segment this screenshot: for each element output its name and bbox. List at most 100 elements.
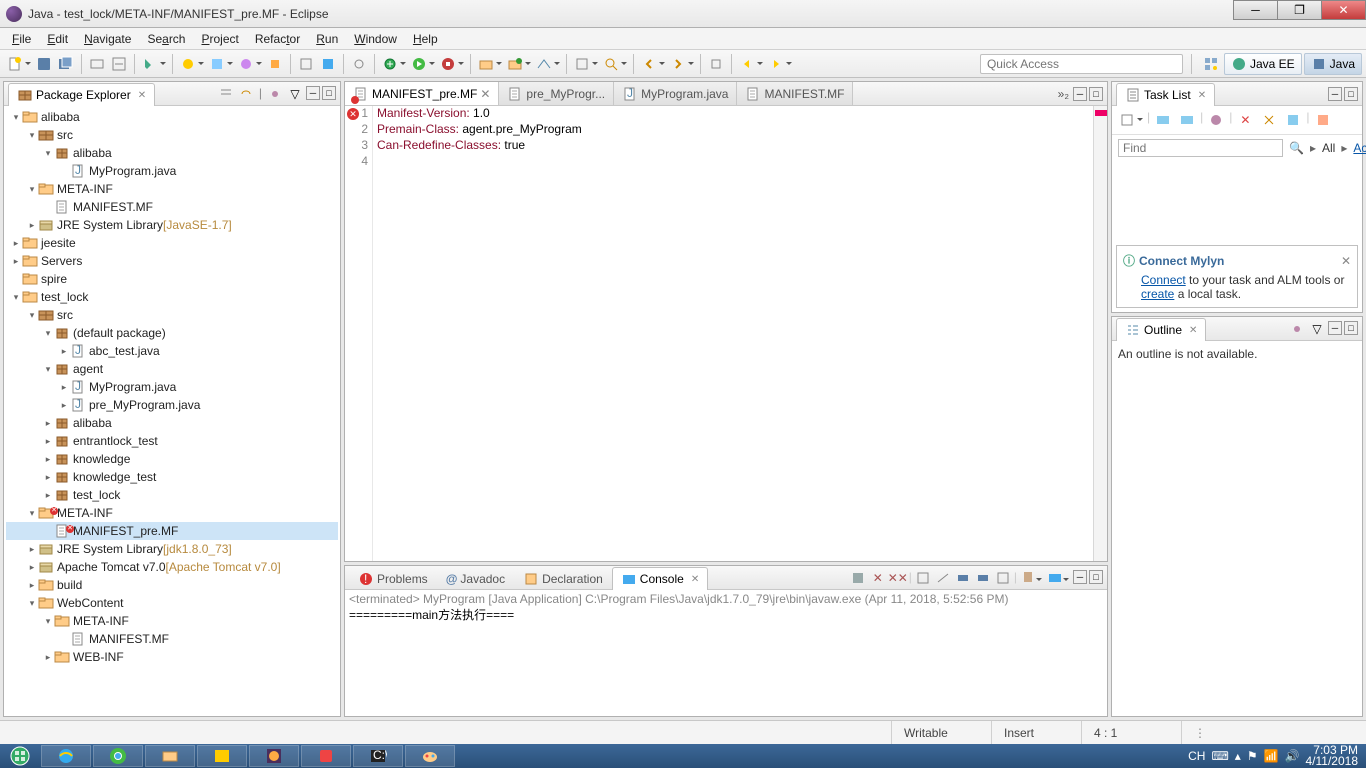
menu-navigate[interactable]: Navigate <box>76 29 139 49</box>
toolbar-btn-1[interactable] <box>87 54 107 74</box>
close-icon[interactable]: ✕ <box>480 87 490 101</box>
taskbar-chrome[interactable] <box>93 745 143 767</box>
save-button[interactable] <box>34 54 54 74</box>
menu-refactor[interactable]: Refactor <box>247 29 308 49</box>
bottom-tab-console[interactable]: Console ✕ <box>612 567 708 590</box>
outline-menu-button[interactable]: ▽ <box>1309 321 1325 337</box>
start-button[interactable] <box>0 744 40 768</box>
task-list-tab[interactable]: Task List ✕ <box>1116 83 1215 106</box>
new-class-button[interactable] <box>505 54 525 74</box>
console-btn-2[interactable] <box>915 570 931 586</box>
tree-item[interactable]: JMyProgram.java <box>6 162 338 180</box>
taskbar-explorer[interactable] <box>145 745 195 767</box>
toolbar-btn-a[interactable] <box>296 54 316 74</box>
tree-item[interactable]: ▸jeesite <box>6 234 338 252</box>
bottom-tab-problems[interactable]: ! Problems <box>349 567 437 590</box>
tree-item[interactable]: MANIFEST.MF <box>6 198 338 216</box>
editor-tab[interactable]: MANIFEST_pre.MF✕ <box>345 82 499 105</box>
search-button[interactable] <box>601 54 621 74</box>
tree-item[interactable]: ✕MANIFEST_pre.MF <box>6 522 338 540</box>
debug-button[interactable] <box>380 54 400 74</box>
toolbar-btn-e[interactable] <box>572 54 592 74</box>
editor-tab[interactable]: JMyProgram.java <box>614 82 737 105</box>
task-btn-2[interactable] <box>1177 110 1197 130</box>
back-button[interactable] <box>737 54 757 74</box>
tree-item[interactable]: ▸JRE System Library [jdk1.8.0_73] <box>6 540 338 558</box>
toolbar-hammer[interactable] <box>140 54 160 74</box>
console-maximize-button[interactable]: □ <box>1089 570 1103 584</box>
overview-ruler[interactable] <box>1093 106 1107 561</box>
console-btn-5[interactable] <box>975 570 991 586</box>
nav-next-button[interactable] <box>668 54 688 74</box>
toolbar-btn-d[interactable] <box>534 54 554 74</box>
menu-run[interactable]: Run <box>308 29 346 49</box>
console-remove-button[interactable]: ✕ <box>870 570 886 586</box>
forward-button[interactable] <box>766 54 786 74</box>
menu-project[interactable]: Project <box>193 29 246 49</box>
menu-edit[interactable]: Edit <box>39 29 76 49</box>
menu-window[interactable]: Window <box>346 29 405 49</box>
tree-item[interactable]: ▸test_lock <box>6 486 338 504</box>
console-btn-3[interactable] <box>935 570 951 586</box>
mylyn-close-button[interactable]: ✕ <box>1341 254 1351 268</box>
package-explorer-tab[interactable]: Package Explorer ✕ <box>8 83 155 106</box>
tasklist-max-button[interactable]: □ <box>1344 87 1358 101</box>
tray-keyboard-icon[interactable]: ⌨ <box>1211 749 1228 763</box>
console-pin-button[interactable] <box>1020 570 1036 586</box>
link-editor-button[interactable] <box>238 86 254 102</box>
tree-item[interactable]: spire <box>6 270 338 288</box>
tray-volume-icon[interactable]: 🔊 <box>1285 749 1300 763</box>
error-marker[interactable] <box>1095 110 1107 116</box>
close-icon[interactable]: ✕ <box>1198 90 1206 101</box>
new-pkg-button[interactable] <box>476 54 496 74</box>
focus-button[interactable] <box>267 86 283 102</box>
tree-item[interactable]: ▸JRE System Library [JavaSE-1.7] <box>6 216 338 234</box>
toolbar-btn-2[interactable] <box>109 54 129 74</box>
tree-item[interactable]: ▸knowledge_test <box>6 468 338 486</box>
console-btn-1[interactable] <box>850 570 866 586</box>
tray-flag-icon[interactable]: ⚑ <box>1247 749 1258 763</box>
tree-item[interactable]: ▾test_lock <box>6 288 338 306</box>
task-btn-5[interactable] <box>1259 110 1279 130</box>
editor-maximize-button[interactable]: □ <box>1089 87 1103 101</box>
maximize-view-button[interactable]: □ <box>322 86 336 100</box>
minimize-button[interactable]: ─ <box>1233 0 1278 20</box>
task-all-link[interactable]: All <box>1322 141 1335 155</box>
perspective-javaee[interactable]: Java EE <box>1224 53 1302 75</box>
menu-help[interactable]: Help <box>405 29 446 49</box>
tree-item[interactable]: ▸JMyProgram.java <box>6 378 338 396</box>
task-btn-4[interactable]: ✕ <box>1235 110 1255 130</box>
minimize-view-button[interactable]: ─ <box>306 86 320 100</box>
tree-item[interactable]: ▾(default package) <box>6 324 338 342</box>
outline-min-button[interactable]: ─ <box>1328 321 1342 335</box>
quick-access-input[interactable] <box>980 54 1183 74</box>
console-remove-all-button[interactable]: ✕✕ <box>890 570 906 586</box>
tree-item[interactable]: ▾META-INF <box>6 180 338 198</box>
close-icon[interactable]: ✕ <box>138 90 146 101</box>
tree-item[interactable]: ▸Jpre_MyProgram.java <box>6 396 338 414</box>
console-output[interactable]: <terminated> MyProgram [Java Application… <box>345 590 1107 716</box>
tray-network-icon[interactable]: 📶 <box>1264 749 1279 763</box>
tree-item[interactable]: ▾✕META-INF <box>6 504 338 522</box>
bottom-tab-javadoc[interactable]: @ Javadoc <box>437 567 514 590</box>
taskbar-app1[interactable] <box>197 745 247 767</box>
tree-item[interactable]: MANIFEST.MF <box>6 630 338 648</box>
console-btn-4[interactable] <box>955 570 971 586</box>
toolbar-btn-b[interactable] <box>318 54 338 74</box>
taskbar-ie[interactable] <box>41 745 91 767</box>
view-menu-button[interactable]: ▽ <box>287 86 303 102</box>
maximize-button[interactable]: ❐ <box>1277 0 1322 20</box>
tray-clock[interactable]: 7:03 PM 4/11/2018 <box>1306 745 1359 767</box>
overflow-indicator[interactable]: »₂ <box>1058 87 1069 101</box>
tasklist-min-button[interactable]: ─ <box>1328 87 1342 101</box>
tree-item[interactable]: ▾alibaba <box>6 144 338 162</box>
open-perspective-button[interactable] <box>1201 54 1221 74</box>
editor-tab[interactable]: MANIFEST.MF <box>737 82 853 105</box>
tree-item[interactable]: ▾META-INF <box>6 612 338 630</box>
tree-item[interactable]: ▸Jabc_test.java <box>6 342 338 360</box>
status-menu[interactable]: ⋮ <box>1181 721 1206 744</box>
collapse-all-button[interactable] <box>218 86 234 102</box>
save-all-button[interactable] <box>56 54 76 74</box>
tree-item[interactable]: ▸build <box>6 576 338 594</box>
editor-document[interactable]: ✕1234 Manifest-Version: 1.0Premain-Class… <box>345 106 1107 561</box>
